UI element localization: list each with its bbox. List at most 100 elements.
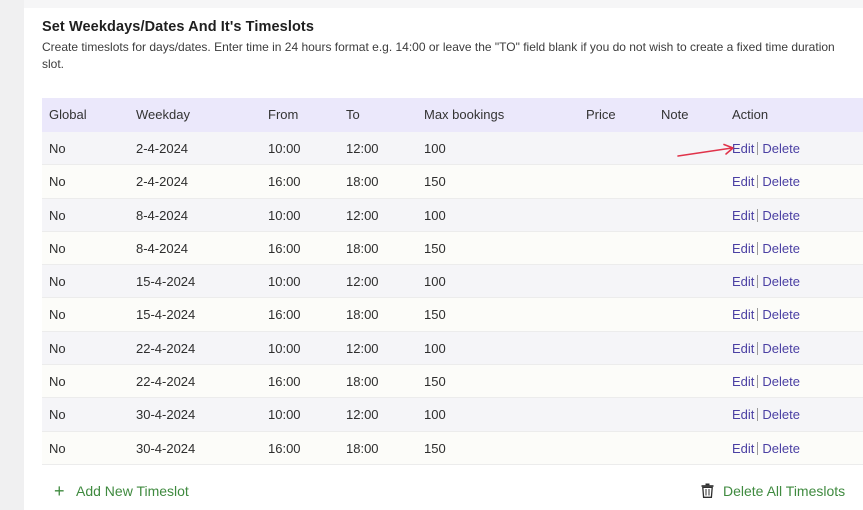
cell-from: 16:00 (268, 440, 301, 456)
header-to: To (346, 107, 360, 122)
delete-link[interactable]: Delete (762, 274, 800, 289)
delete-link[interactable]: Delete (762, 307, 800, 322)
action-separator (757, 408, 759, 422)
cell-global: No (49, 307, 66, 323)
cell-global: No (49, 141, 66, 156)
cell-max-bookings: 100 (424, 207, 446, 223)
edit-link[interactable]: Edit (732, 274, 754, 289)
cell-max-bookings: 150 (424, 174, 446, 190)
cell-to: 18:00 (346, 440, 379, 456)
action-separator (757, 208, 759, 222)
cell-to: 18:00 (346, 240, 379, 256)
action-separator (757, 175, 759, 189)
cell-to: 12:00 (346, 141, 379, 156)
cell-global: No (49, 374, 66, 390)
edit-link[interactable]: Edit (732, 307, 754, 322)
cell-from: 10:00 (268, 274, 301, 290)
cell-to: 12:00 (346, 340, 379, 356)
table-row: No 22-4-2024 16:00 18:00 150 Edit Delete (42, 365, 863, 399)
cell-weekday: 15-4-2024 (136, 307, 196, 323)
cell-action: Edit Delete (732, 165, 800, 198)
cell-action: Edit Delete (732, 265, 800, 298)
cell-max-bookings: 100 (424, 274, 446, 290)
cell-max-bookings: 100 (424, 340, 446, 356)
action-separator (757, 375, 759, 389)
cell-action: Edit Delete (732, 398, 800, 431)
plus-icon: + (54, 481, 65, 501)
cell-weekday: 30-4-2024 (136, 407, 196, 423)
header-action: Action (732, 107, 769, 122)
cell-to: 18:00 (346, 374, 379, 390)
cell-action: Edit Delete (732, 232, 800, 265)
section-description: Create timeslots for days/dates. Enter t… (42, 40, 835, 71)
delete-link[interactable]: Delete (762, 407, 800, 422)
edit-link[interactable]: Edit (732, 208, 754, 223)
cell-max-bookings: 150 (424, 440, 446, 456)
header-global: Global (49, 107, 87, 122)
header-price: Price (586, 107, 616, 122)
action-separator (757, 142, 759, 155)
cell-weekday: 22-4-2024 (136, 340, 196, 356)
cell-weekday: 2-4-2024 (136, 141, 189, 156)
cell-max-bookings: 100 (424, 141, 446, 156)
cell-weekday: 22-4-2024 (136, 374, 196, 390)
cell-from: 16:00 (268, 174, 301, 190)
cell-from: 16:00 (268, 374, 301, 390)
edit-link[interactable]: Edit (732, 174, 754, 189)
cell-to: 12:00 (346, 407, 379, 423)
cell-action: Edit Delete (732, 132, 800, 165)
edit-link[interactable]: Edit (732, 441, 754, 456)
cell-to: 18:00 (346, 174, 379, 190)
header-weekday: Weekday (136, 107, 190, 122)
edit-link[interactable]: Edit (732, 407, 754, 422)
cell-max-bookings: 150 (424, 240, 446, 256)
cell-max-bookings: 100 (424, 407, 446, 423)
cell-action: Edit Delete (732, 298, 800, 331)
delete-all-timeslots-button[interactable]: Delete All Timeslots (701, 483, 845, 499)
delete-link[interactable]: Delete (762, 208, 800, 223)
action-separator (757, 308, 759, 322)
delete-link[interactable]: Delete (762, 441, 800, 456)
table-row: No 30-4-2024 16:00 18:00 150 Edit Delete (42, 431, 863, 465)
delete-all-timeslots-label: Delete All Timeslots (723, 483, 846, 499)
cell-max-bookings: 150 (424, 374, 446, 390)
annotation-arrow-icon (677, 143, 734, 157)
cell-to: 12:00 (346, 274, 379, 290)
action-separator (757, 441, 759, 455)
edit-link[interactable]: Edit (732, 341, 754, 356)
action-separator (757, 341, 759, 355)
cell-to: 12:00 (346, 207, 379, 223)
action-separator (757, 275, 759, 289)
delete-link[interactable]: Delete (762, 341, 800, 356)
table-row: No 15-4-2024 16:00 18:00 150 Edit Delete (42, 298, 863, 332)
edit-link[interactable]: Edit (732, 241, 754, 256)
delete-link[interactable]: Delete (762, 374, 800, 389)
cell-global: No (49, 340, 66, 356)
edit-link[interactable]: Edit (732, 374, 754, 389)
cell-from: 10:00 (268, 340, 301, 356)
cell-weekday: 2-4-2024 (136, 174, 189, 190)
table-row: No 30-4-2024 10:00 12:00 100 Edit Delete (42, 398, 863, 432)
cell-global: No (49, 207, 66, 223)
table-row: No 15-4-2024 10:00 12:00 100 Edit Delete (42, 265, 863, 299)
cell-action: Edit Delete (732, 365, 800, 398)
cell-weekday: 30-4-2024 (136, 440, 196, 456)
add-new-timeslot-label: Add New Timeslot (76, 483, 189, 499)
delete-link[interactable]: Delete (762, 241, 800, 256)
cell-from: 10:00 (268, 407, 301, 423)
cell-global: No (49, 240, 66, 256)
add-new-timeslot-button[interactable]: + Add New Timeslot (54, 481, 189, 501)
table-row: No 8-4-2024 10:00 12:00 100 Edit Delete (42, 198, 863, 232)
trash-icon (701, 483, 714, 498)
cell-from: 10:00 (268, 141, 301, 156)
delete-link[interactable]: Delete (762, 141, 800, 156)
cell-from: 16:00 (268, 307, 301, 323)
table-row: No 8-4-2024 16:00 18:00 150 Edit Delete (42, 231, 863, 266)
table-header-row: Global Weekday From To Max bookings Pric… (42, 98, 863, 132)
cell-global: No (49, 440, 66, 456)
cell-global: No (49, 407, 66, 423)
timeslots-table: Global Weekday From To Max bookings Pric… (42, 98, 863, 465)
delete-link[interactable]: Delete (762, 174, 800, 189)
table-row: No 2-4-2024 16:00 18:00 150 Edit Delete (42, 165, 863, 199)
cell-from: 16:00 (268, 240, 301, 256)
